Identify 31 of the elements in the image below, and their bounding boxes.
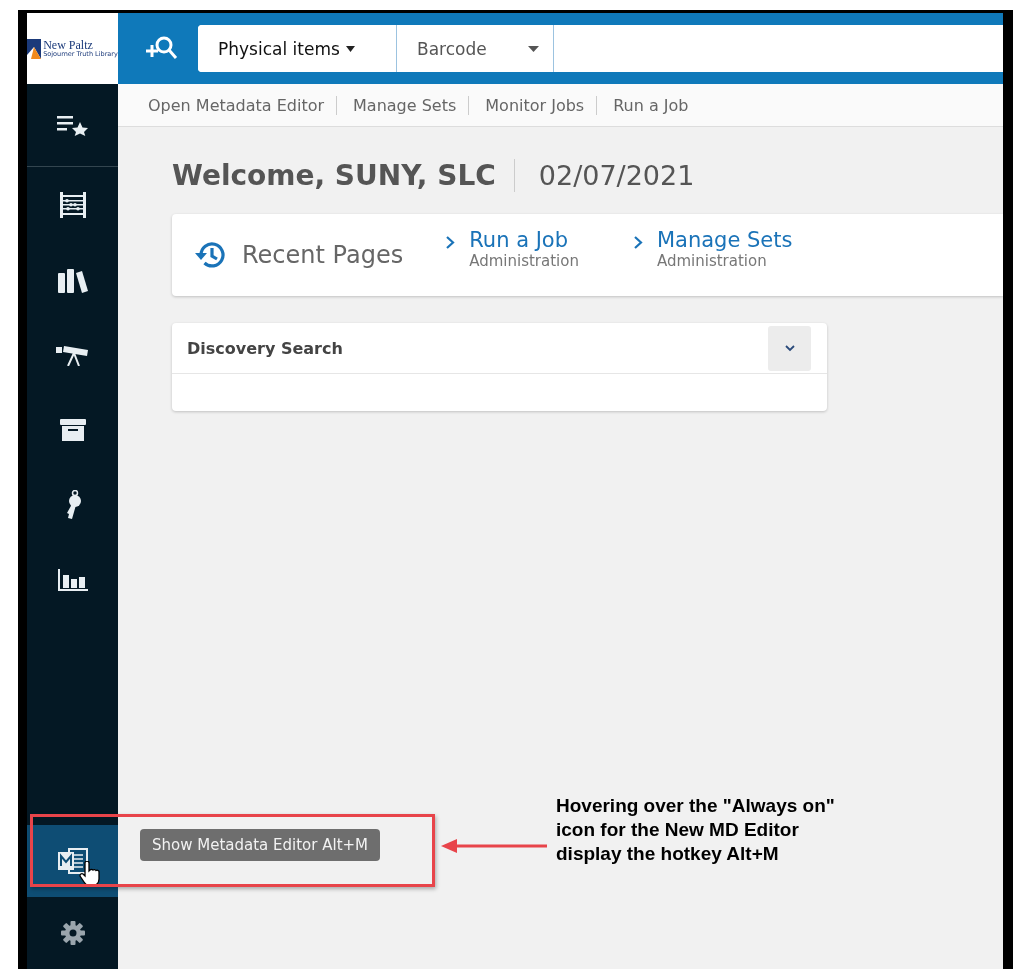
- logo-mark-icon: [27, 38, 42, 59]
- scope-dropdown[interactable]: Physical items: [198, 25, 397, 72]
- date-label: 02/07/2021: [537, 159, 695, 191]
- chevron-down-icon: [784, 344, 795, 352]
- recent-pages-title: Recent Pages: [242, 241, 404, 269]
- books-icon: [56, 266, 89, 293]
- annotation-text: Hovering over the "Always on" icon for the New MD Editor display the hotkey Alt+M: [556, 794, 836, 866]
- recent-page-category: Administration: [656, 252, 768, 270]
- caret-icon: [528, 45, 539, 52]
- bar-chart-icon: [57, 568, 88, 591]
- tooltip: Show Metadata Editor Alt+M: [140, 829, 381, 861]
- chevron-right-icon: [632, 235, 643, 250]
- quick-link[interactable]: Manage Sets: [336, 95, 469, 115]
- archive-box-icon: [59, 418, 86, 441]
- chevron-right-icon: [445, 235, 456, 250]
- logo-name: New Paltz: [43, 38, 94, 51]
- favorites-icon: [56, 114, 89, 136]
- recent-page-category: Administration: [469, 252, 579, 270]
- settings-icon: [59, 920, 86, 946]
- quick-link[interactable]: Open Metadata Editor: [148, 95, 337, 115]
- quick-link[interactable]: Run a Job: [596, 95, 701, 115]
- quick-link[interactable]: Monitor Jobs: [468, 95, 597, 115]
- recent-page-link[interactable]: Run a Job: [469, 228, 579, 252]
- sidebar-item[interactable]: [27, 825, 118, 897]
- welcome-heading: Welcome, SUNY, SLC: [172, 158, 515, 192]
- recent-page-link[interactable]: Manage Sets: [656, 228, 793, 252]
- caret-icon: [345, 45, 355, 52]
- widget-title: Discovery Search: [187, 338, 343, 358]
- abacus-icon: [58, 190, 87, 219]
- telescope-icon: [55, 343, 90, 366]
- history-icon: [194, 240, 228, 270]
